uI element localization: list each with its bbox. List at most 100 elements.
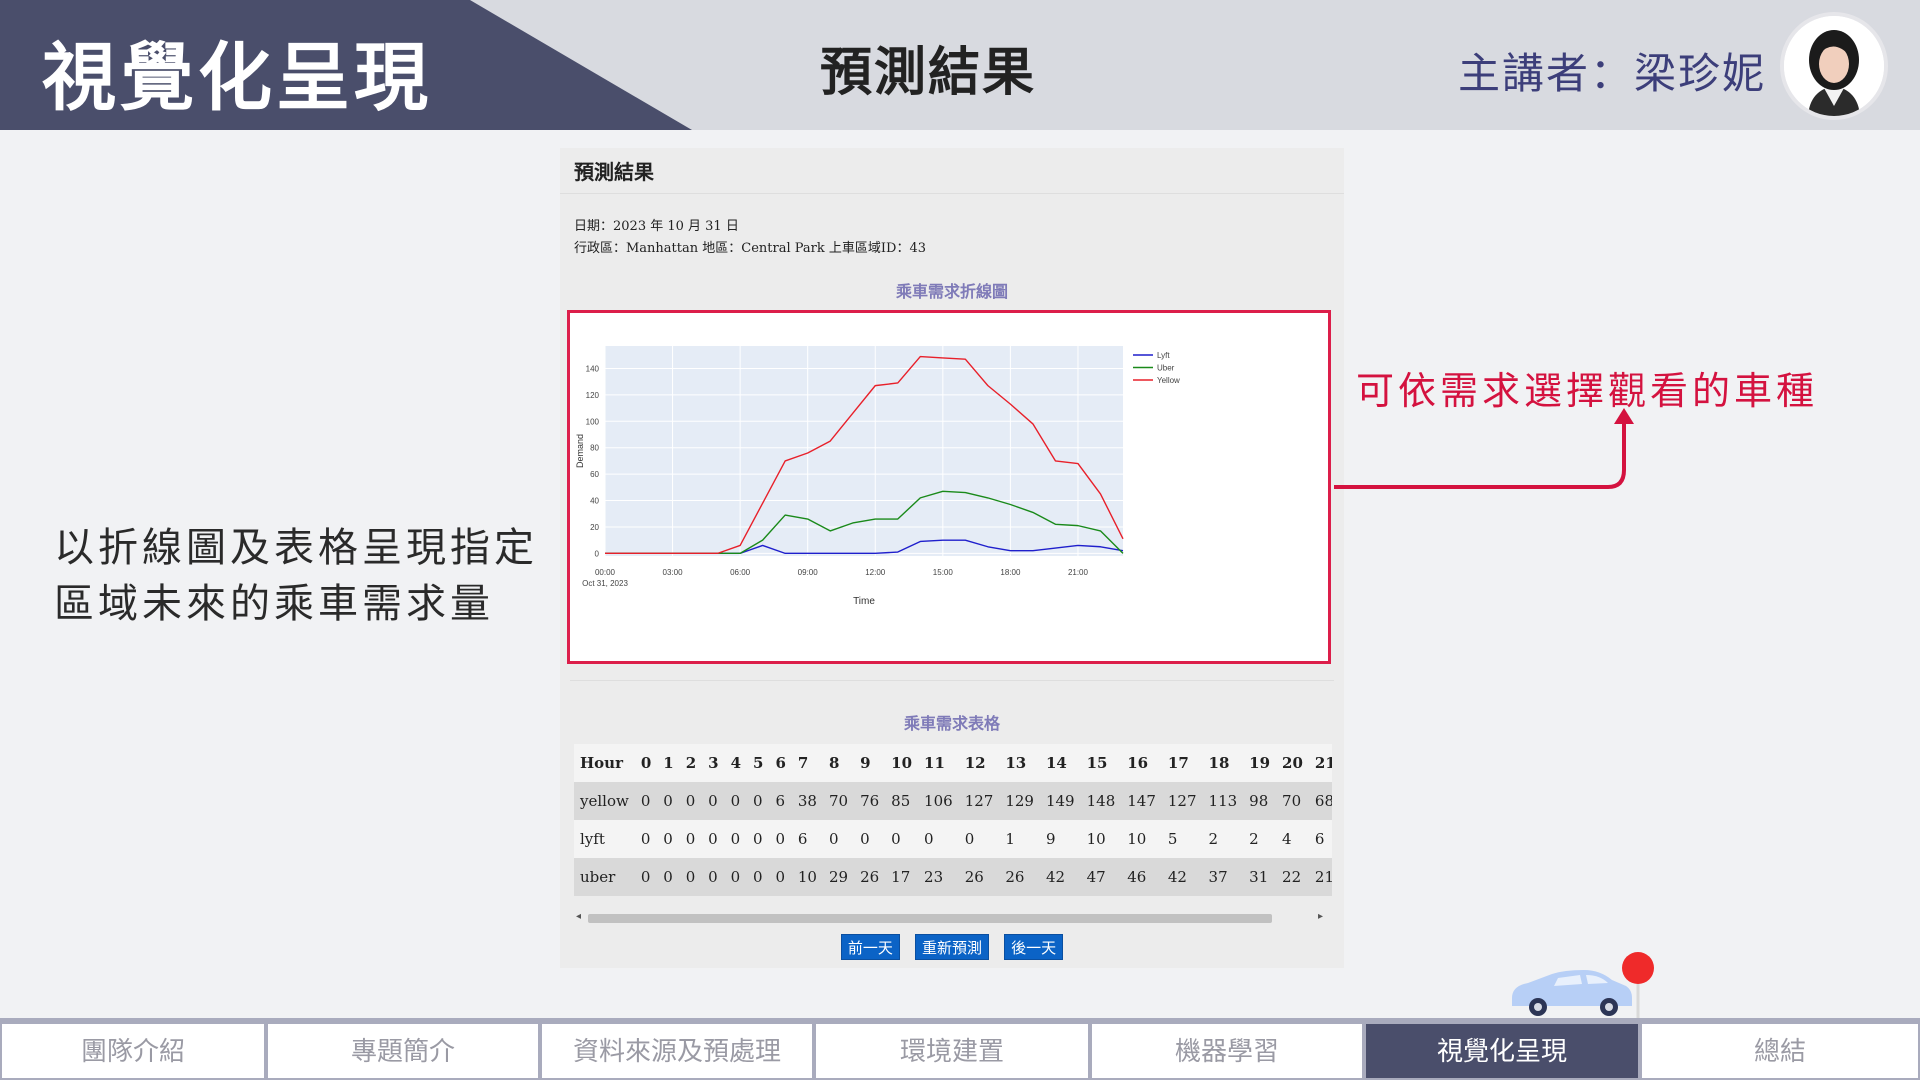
chart-title: 乘車需求折線圖: [895, 282, 1008, 301]
table-row: lyft 0 0 0 0 0 0 0 6 0 0 0 0 0 1 9 10 10 5 2 2 4 6: [574, 820, 1332, 858]
table-cell: 70: [1276, 782, 1309, 820]
demand-table: Hour 0 1 2 3 4 5 6 7 8 9 10 11 12 13 14 15 16 17 18 19 20 21 y…: [574, 744, 1332, 896]
scroll-right-icon[interactable]: ▸: [1318, 911, 1323, 922]
y-tick-label: 40: [590, 497, 599, 506]
description-line-1: 以折線圖及表格呈現指定: [54, 525, 538, 571]
table-cell: 0: [747, 820, 770, 858]
bottom-navigation: 團隊介紹 專題簡介 資料來源及預處理 環境建置 機器學習 視覺化呈現 總結: [0, 1018, 1920, 1080]
table-cell: 6: [1308, 820, 1332, 858]
section-banner: 視覺化呈現: [0, 0, 692, 130]
divider: [570, 680, 1334, 681]
nav-tab-summary[interactable]: 總結: [1640, 1022, 1920, 1080]
x-axis-title: Time: [853, 596, 875, 607]
table-cell: 10: [1080, 820, 1122, 858]
slide-header: 視覺化呈現 預測結果 主講者：梁珍妮: [0, 0, 1920, 130]
row-label-cell: lyft: [574, 820, 635, 858]
nav-tab-visualization[interactable]: 視覺化呈現: [1364, 1022, 1640, 1080]
slide-title: 預測結果: [820, 43, 1037, 103]
table-cell: 0: [822, 820, 855, 858]
description-line-2: 區域未來的乘車需求量: [54, 581, 494, 627]
table-cell: 2: [1202, 820, 1244, 858]
x-date-label: Oct 31, 2023: [582, 579, 628, 588]
nav-tab-team[interactable]: 團隊介紹: [0, 1022, 266, 1080]
table-cell: 129: [999, 782, 1040, 820]
table-header-row: Hour 0 1 2 3 4 5 6 7 8 9 10 11 12 13 14 15 16 17 18 19 20 21: [574, 744, 1332, 782]
table-header-cell: 12: [958, 744, 1000, 782]
x-tick-label: 15:00: [933, 568, 954, 577]
presenter-avatar: [1780, 12, 1888, 120]
y-tick-label: 80: [590, 444, 599, 453]
table-header-cell: 4: [724, 744, 748, 782]
table-cell: 0: [854, 820, 886, 858]
x-tick-label: 18:00: [1000, 568, 1021, 577]
y-tick-label: 20: [590, 523, 599, 532]
prediction-card: 預測結果 日期：2023 年 10 月 31 日 行政區：Manhattan 地…: [560, 148, 1344, 968]
table-cell: 0: [747, 858, 770, 896]
car-icon: [1512, 952, 1654, 1020]
row-label-cell: yellow: [574, 782, 635, 820]
table-cell: 0: [724, 858, 748, 896]
nav-tab-project-intro[interactable]: 專題簡介: [266, 1022, 540, 1080]
table-cell: 22: [1276, 858, 1309, 896]
table-cell: 1: [999, 820, 1040, 858]
x-tick-label: 21:00: [1068, 568, 1089, 577]
y-axis-title: Demand: [575, 434, 585, 468]
table-cell: 149: [1039, 782, 1081, 820]
nav-tab-environment[interactable]: 環境建置: [814, 1022, 1090, 1080]
query-info: 日期：2023 年 10 月 31 日 行政區：Manhattan 地區：Cen…: [574, 216, 926, 260]
table-header-cell: 9: [854, 744, 886, 782]
table-cell: 21: [1308, 858, 1332, 896]
table-cell: 6: [769, 782, 792, 820]
table-scrollbar[interactable]: ◂ ▸: [574, 910, 1330, 924]
demand-line-chart: 0 20 40 60 80 100 120 140 00:00 03:00 06:00 09:00 12…: [575, 346, 1180, 607]
table-cell: 106: [918, 782, 959, 820]
y-tick-label: 140: [586, 364, 600, 373]
table-cell: 0: [657, 858, 680, 896]
table-cell: 0: [724, 782, 748, 820]
table-header-cell: 18: [1202, 744, 1244, 782]
table-cell: 0: [769, 820, 792, 858]
previous-day-button[interactable]: 前一天: [840, 934, 900, 960]
demand-table-scroll[interactable]: Hour 0 1 2 3 4 5 6 7 8 9 10 11 12 13 14 15 16 17 18 19 20 21 y…: [574, 744, 1332, 896]
table-cell: 5: [1161, 820, 1203, 858]
table-cell: 0: [747, 782, 770, 820]
table-cell: 0: [724, 820, 748, 858]
table-cell: 113: [1202, 782, 1244, 820]
table-cell: 70: [822, 782, 855, 820]
table-header-cell: 13: [999, 744, 1040, 782]
table-cell: 38: [791, 782, 823, 820]
table-cell: 0: [702, 820, 725, 858]
table-cell: 0: [958, 820, 1000, 858]
x-tick-label: 00:00: [595, 568, 616, 577]
annotation-text: 可依需求選擇觀看的車種: [1356, 369, 1819, 413]
table-cell: 10: [791, 858, 823, 896]
table-cell: 68: [1308, 782, 1332, 820]
table-cell: 6: [791, 820, 823, 858]
table-header-cell: 14: [1039, 744, 1081, 782]
plot-area: [605, 346, 1123, 556]
refresh-prediction-button[interactable]: 重新預測: [914, 934, 989, 960]
x-tick-label: 12:00: [865, 568, 886, 577]
table-header-cell: 16: [1121, 744, 1162, 782]
table-cell: 127: [958, 782, 1000, 820]
table-cell: 4: [1276, 820, 1309, 858]
table-cell: 127: [1161, 782, 1203, 820]
scroll-left-icon[interactable]: ◂: [576, 911, 581, 922]
table-cell: 0: [634, 782, 658, 820]
table-header-cell: 21: [1308, 744, 1332, 782]
table-cell: 46: [1121, 858, 1162, 896]
location-line: 行政區：Manhattan 地區：Central Park 上車區域ID：43: [574, 241, 926, 256]
nav-tab-machine-learning[interactable]: 機器學習: [1090, 1022, 1364, 1080]
table-row: uber 0 0 0 0 0 0 0 10 29 26 17 23 26 26 42 47 46 42 37 31 22 2…: [574, 858, 1332, 896]
day-buttons: 前一天 重新預測 後一天: [560, 934, 1344, 960]
nav-tab-data-source[interactable]: 資料來源及預處理: [540, 1022, 814, 1080]
table-header-cell: 2: [679, 744, 703, 782]
next-day-button[interactable]: 後一天: [1004, 934, 1064, 960]
table-header-cell: 3: [702, 744, 725, 782]
table-cell: 0: [918, 820, 959, 858]
table-cell: 98: [1243, 782, 1277, 820]
table-header-cell: 19: [1243, 744, 1277, 782]
section-title: 視覺化呈現: [42, 35, 432, 121]
table-header-cell: 8: [822, 744, 855, 782]
scroll-thumb[interactable]: [588, 914, 1272, 923]
